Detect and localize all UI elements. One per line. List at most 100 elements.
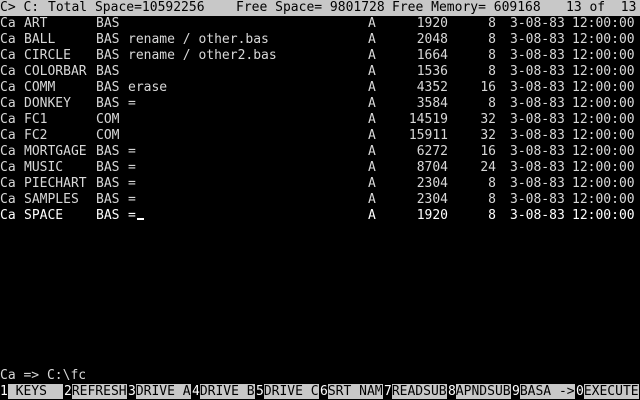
file-attr: A bbox=[368, 128, 376, 143]
file-date: 3-08-83 bbox=[510, 96, 565, 111]
file-sec: 8 bbox=[488, 16, 496, 31]
file-cmd[interactable]: = bbox=[128, 160, 136, 176]
file-date: 3-08-83 bbox=[510, 128, 565, 143]
file-size: 2048 bbox=[416, 32, 448, 47]
file-date: 3-08-83 bbox=[510, 112, 565, 127]
file-size: 3584 bbox=[416, 96, 448, 111]
file-row[interactable]: Ca DONKEY BAS = A 3584 8 3-08-83 12:00:00 bbox=[0, 96, 640, 112]
file-row[interactable]: Ca ART BAS A 1920 8 3-08-83 12:00:00 bbox=[0, 16, 640, 32]
file-name: MUSIC bbox=[24, 160, 64, 175]
file-cmd[interactable]: erase bbox=[128, 80, 167, 96]
file-date: 3-08-83 bbox=[510, 208, 565, 223]
file-row[interactable]: Ca SPACE BAS = A 1920 8 3-08-83 12:00:00 bbox=[0, 208, 640, 224]
file-row[interactable]: Ca BALL BAS rename / other.bas A 2048 8 3-08-83… bbox=[0, 32, 640, 48]
function-key-number: 5 bbox=[256, 384, 264, 399]
file-name: SPACE bbox=[24, 208, 64, 223]
function-key-3[interactable]: 3DRIVE A bbox=[128, 384, 192, 400]
file-row[interactable]: Ca FC2 COM A 15911 32 3-08-83 12:00:00 bbox=[0, 128, 640, 144]
function-key-4[interactable]: 4DRIVE B bbox=[192, 384, 256, 400]
file-tag: Ca bbox=[0, 176, 16, 191]
file-date: 3-08-83 bbox=[510, 80, 565, 95]
file-ext: BAS bbox=[96, 32, 120, 47]
file-ext: COM bbox=[96, 112, 120, 127]
file-position: 13 of 13 bbox=[566, 0, 637, 15]
file-attr: A bbox=[368, 176, 376, 191]
file-cmd[interactable]: rename / other.bas bbox=[128, 32, 269, 48]
file-cmd[interactable]: = bbox=[128, 144, 136, 160]
file-sec: 8 bbox=[488, 176, 496, 191]
total-space: Total Space=10592256 bbox=[48, 0, 205, 15]
file-sec: 8 bbox=[488, 192, 496, 207]
file-cmd[interactable]: = bbox=[128, 192, 136, 208]
file-row[interactable]: Ca FC1 COM A 14519 32 3-08-83 12:00:00 bbox=[0, 112, 640, 128]
file-list: Ca ART BAS A 1920 8 3-08-83 12:00:00 Ca BALL BAS re… bbox=[0, 16, 640, 224]
file-date: 3-08-83 bbox=[510, 16, 565, 31]
file-tag: Ca bbox=[0, 160, 16, 175]
function-key-label: READSUB bbox=[391, 384, 447, 399]
file-row[interactable]: Ca CIRCLE BAS rename / other2.bas A 1664 8 3-08… bbox=[0, 48, 640, 64]
function-key-5[interactable]: 5DRIVE C bbox=[256, 384, 320, 400]
file-time: 12:00:00 bbox=[572, 176, 635, 191]
file-size: 1920 bbox=[416, 208, 448, 223]
file-date: 3-08-83 bbox=[510, 48, 565, 63]
file-cmd[interactable]: = bbox=[128, 208, 136, 224]
file-size: 1664 bbox=[416, 48, 448, 63]
file-size: 6272 bbox=[416, 144, 448, 159]
file-row[interactable]: Ca MORTGAGE BAS = A 6272 16 3-08-83 12:00:00 bbox=[0, 144, 640, 160]
function-key-number: 9 bbox=[512, 384, 520, 399]
file-row[interactable]: Ca MUSIC BAS = A 8704 24 3-08-83 12:00:00 bbox=[0, 160, 640, 176]
file-date: 3-08-83 bbox=[510, 144, 565, 159]
file-cmd[interactable]: = bbox=[128, 96, 136, 112]
file-tag: Ca bbox=[0, 16, 16, 31]
file-attr: A bbox=[368, 96, 376, 111]
function-key-bar: 1 KEYS 2REFRESH 3DRIVE A 4DRIVE B 5DRIVE C6… bbox=[0, 384, 640, 400]
file-attr: A bbox=[368, 48, 376, 63]
text-cursor bbox=[136, 208, 144, 224]
file-ext: BAS bbox=[96, 16, 120, 31]
function-key-number: 7 bbox=[384, 384, 392, 399]
function-key-number: 3 bbox=[128, 384, 136, 399]
function-key-number: 1 bbox=[0, 384, 8, 399]
file-attr: A bbox=[368, 80, 376, 95]
file-ext: BAS bbox=[96, 160, 120, 175]
file-ext: BAS bbox=[96, 176, 120, 191]
file-time: 12:00:00 bbox=[572, 160, 635, 175]
file-sec: 32 bbox=[480, 128, 496, 143]
function-key-0[interactable]: 0EXECUTE bbox=[576, 384, 640, 400]
function-key-6[interactable]: 6SRT NAM bbox=[320, 384, 384, 400]
file-row[interactable]: Ca COLORBAR BAS A 1536 8 3-08-83 12:00:00 bbox=[0, 64, 640, 80]
free-space: Free Space= 9801728 bbox=[236, 0, 385, 15]
file-cmd[interactable]: rename / other2.bas bbox=[128, 48, 277, 64]
function-key-2[interactable]: 2REFRESH bbox=[64, 384, 128, 400]
file-tag: Ca bbox=[0, 64, 16, 79]
command-line[interactable]: Ca => C:\fc bbox=[0, 368, 640, 384]
file-date: 3-08-83 bbox=[510, 160, 565, 175]
file-ext: BAS bbox=[96, 208, 120, 223]
file-name: COMM bbox=[24, 80, 56, 95]
function-key-8[interactable]: 8APNDSUB bbox=[448, 384, 512, 400]
file-name: PIECHART bbox=[24, 176, 87, 191]
file-name: CIRCLE bbox=[24, 48, 71, 63]
function-key-1[interactable]: 1 KEYS bbox=[0, 384, 64, 400]
file-size: 1920 bbox=[416, 16, 448, 31]
file-size: 4352 bbox=[416, 80, 448, 95]
free-memory: Free Memory= 609168 bbox=[392, 0, 541, 15]
file-tag: Ca bbox=[0, 112, 16, 127]
file-time: 12:00:00 bbox=[572, 192, 635, 207]
file-sec: 8 bbox=[488, 96, 496, 111]
file-sec: 8 bbox=[488, 64, 496, 79]
file-size: 15911 bbox=[408, 128, 448, 143]
file-tag: Ca bbox=[0, 192, 16, 207]
file-row[interactable]: Ca SAMPLES BAS = A 2304 8 3-08-83 12:00:00 bbox=[0, 192, 640, 208]
file-row[interactable]: Ca COMM BAS erase A 4352 16 3-08-83 12:00:00 bbox=[0, 80, 640, 96]
file-row[interactable]: Ca PIECHART BAS = A 2304 8 3-08-83 12:00:00 bbox=[0, 176, 640, 192]
file-tag: Ca bbox=[0, 32, 16, 47]
file-tag: Ca bbox=[0, 128, 16, 143]
file-cmd[interactable]: = bbox=[128, 176, 136, 192]
function-key-9[interactable]: 9BASA -> bbox=[512, 384, 576, 400]
file-size: 14519 bbox=[408, 112, 448, 127]
function-key-7[interactable]: 7READSUB bbox=[384, 384, 448, 400]
file-attr: A bbox=[368, 192, 376, 207]
file-attr: A bbox=[368, 16, 376, 31]
function-key-label: REFRESH bbox=[71, 384, 127, 399]
